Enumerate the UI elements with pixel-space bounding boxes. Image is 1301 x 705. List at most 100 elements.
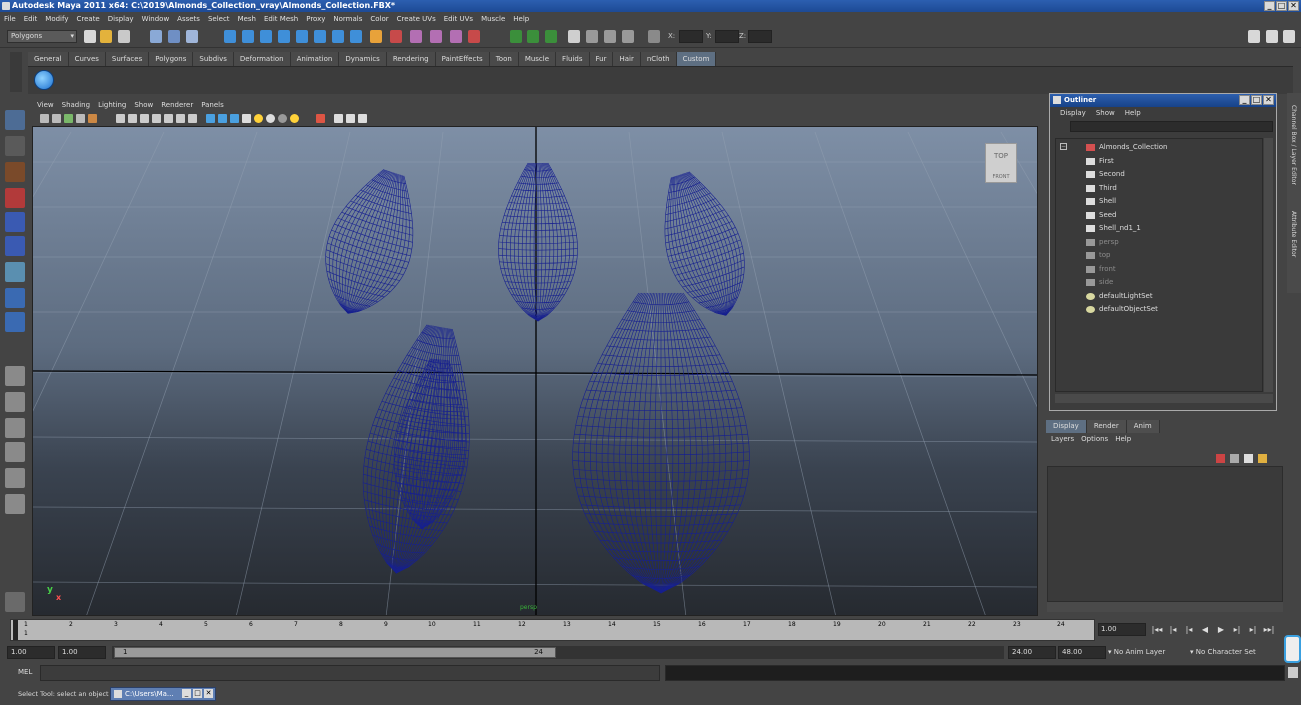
menu-create[interactable]: Create [76, 15, 99, 23]
field-chart-icon[interactable] [152, 114, 161, 123]
bookmark-icon[interactable] [64, 114, 73, 123]
rotate-tool-icon[interactable] [5, 212, 25, 232]
minimize-button[interactable]: _ [1264, 1, 1275, 11]
mel-command-input[interactable] [40, 665, 660, 681]
layer-tab-render[interactable]: Render [1086, 420, 1127, 433]
outliner-item[interactable]: defaultLightSet [1086, 290, 1153, 302]
animation-start-field[interactable]: 1.00 [7, 646, 55, 659]
outliner-maximize-button[interactable]: □ [1251, 95, 1262, 105]
shelf-tab-painteffects[interactable]: PaintEffects [435, 52, 490, 66]
show-manipulator-icon[interactable] [5, 312, 25, 332]
history-icon[interactable] [332, 30, 344, 43]
hypershade-icon[interactable] [430, 30, 442, 43]
shelf-tab-custom[interactable]: Custom [676, 52, 717, 66]
shelf-tab-fluids[interactable]: Fluids [556, 52, 590, 66]
step-back-frame-icon[interactable]: |◂ [1182, 623, 1196, 637]
select-object-icon[interactable] [168, 30, 180, 43]
menu-window[interactable]: Window [142, 15, 170, 23]
outliner-item[interactable]: Third [1086, 182, 1117, 194]
select-component-icon[interactable] [186, 30, 198, 43]
task-maximize-button[interactable]: □ [193, 689, 202, 698]
y-field[interactable] [715, 30, 739, 43]
menu-edit[interactable]: Edit [24, 15, 38, 23]
shelf-tab-polygons[interactable]: Polygons [149, 52, 194, 66]
new-scene-icon[interactable] [84, 30, 96, 43]
wireframe-icon[interactable] [206, 114, 215, 123]
image-plane-icon[interactable] [76, 114, 85, 123]
safe-title-icon[interactable] [176, 114, 185, 123]
attribute-editor-tab[interactable]: Attribute Editor [1290, 211, 1297, 257]
single-perspective-layout-icon[interactable] [5, 366, 25, 386]
shelf-tab-hair[interactable]: Hair [613, 52, 641, 66]
layer-tab-display[interactable]: Display [1046, 420, 1087, 433]
create-layer-icon[interactable] [1258, 454, 1267, 463]
xray-joints-icon[interactable] [346, 114, 355, 123]
scale-tool-icon[interactable] [5, 236, 25, 256]
default-light-icon[interactable] [254, 114, 263, 123]
playback-end-field[interactable]: 24.00 [1008, 646, 1056, 659]
wireframe-on-shaded-icon[interactable] [230, 114, 239, 123]
layer-selected-icon[interactable] [1230, 454, 1239, 463]
menu-normals[interactable]: Normals [333, 15, 362, 23]
script-editor-task-button[interactable]: C:\Users\Ma... _ □ ✕ [110, 687, 216, 701]
grid-icon[interactable] [88, 114, 97, 123]
layer-menu-options[interactable]: Options [1081, 433, 1108, 445]
menu-set-dropdown[interactable]: Polygons ▾ [7, 30, 77, 43]
shelf-tab-deformation[interactable]: Deformation [233, 52, 291, 66]
save-scene-icon[interactable] [118, 30, 130, 43]
viewport-menu-panels[interactable]: Panels [201, 101, 224, 112]
x-field[interactable] [679, 30, 703, 43]
task-close-button[interactable]: ✕ [204, 689, 213, 698]
paint-select-tool-icon[interactable] [5, 162, 25, 182]
go-to-start-icon[interactable]: |◂◂ [1150, 623, 1164, 637]
z-field[interactable] [748, 30, 772, 43]
almond-second-mesh[interactable] [498, 162, 578, 322]
absolute-transform-icon[interactable] [648, 30, 660, 43]
almond-shell-large-mesh[interactable] [572, 292, 750, 594]
character-set-dropdown[interactable]: ▾ No Character Set [1190, 646, 1256, 659]
outliner-item[interactable]: persp [1086, 236, 1119, 248]
mel-label[interactable]: MEL [18, 668, 32, 676]
playback-start-field[interactable]: 1.00 [58, 646, 106, 659]
render-icon[interactable] [370, 30, 382, 43]
hud-icon[interactable] [188, 114, 197, 123]
menu-color[interactable]: Color [370, 15, 388, 23]
shelf-tab-fur[interactable]: Fur [589, 52, 614, 66]
close-button[interactable]: ✕ [1288, 1, 1299, 11]
shelf-tab-curves[interactable]: Curves [68, 52, 106, 66]
menu-edit-mesh[interactable]: Edit Mesh [264, 15, 298, 23]
attribute-toggle-icon[interactable] [1266, 30, 1278, 43]
outliner-item[interactable]: Seed [1086, 209, 1117, 221]
outliner-horizontal-scrollbar[interactable] [1055, 394, 1273, 403]
shelf-tab-subdivs[interactable]: Subdivs [193, 52, 234, 66]
movie-icon[interactable] [622, 30, 634, 43]
open-scene-icon[interactable] [100, 30, 112, 43]
custom-layout-icon[interactable] [5, 494, 25, 514]
resolution-gate-icon[interactable] [128, 114, 137, 123]
animation-end-field[interactable]: 48.00 [1058, 646, 1106, 659]
step-forward-frame-icon[interactable]: ▸| [1230, 623, 1244, 637]
select-hierarchy-icon[interactable] [150, 30, 162, 43]
select-tool-icon[interactable] [5, 110, 25, 130]
shelf-side-handle[interactable] [10, 52, 22, 92]
custom-shelf-tool-icon[interactable] [34, 70, 54, 90]
manipulator-tool-icon[interactable] [5, 262, 25, 282]
shelf-tab-rendering[interactable]: Rendering [386, 52, 436, 66]
smooth-shade-icon[interactable] [218, 114, 227, 123]
question-icon[interactable] [350, 30, 362, 43]
layer-menu-help[interactable]: Help [1115, 433, 1131, 445]
textured-icon[interactable] [242, 114, 251, 123]
current-frame-field[interactable]: 1.00 [1098, 623, 1146, 636]
shelf-tab-surfaces[interactable]: Surfaces [105, 52, 150, 66]
play-backwards-icon[interactable]: ◀ [1198, 623, 1212, 637]
go-to-end-icon[interactable]: ▸▸| [1262, 623, 1276, 637]
channel-icon[interactable] [527, 30, 539, 43]
channel-box-tab[interactable]: Channel Box / Layer Editor [1290, 105, 1297, 185]
render-settings-icon[interactable] [410, 30, 422, 43]
almond-first-mesh[interactable] [308, 160, 433, 327]
time-slider[interactable]: 1 1 2 3 4 5 6 7 8 9 10 11 12 13 14 15 16… [10, 619, 1095, 641]
outliner-menu-display[interactable]: Display [1060, 107, 1086, 119]
step-back-key-icon[interactable]: |◂ [1166, 623, 1180, 637]
menu-select[interactable]: Select [208, 15, 230, 23]
xray-icon[interactable] [334, 114, 343, 123]
